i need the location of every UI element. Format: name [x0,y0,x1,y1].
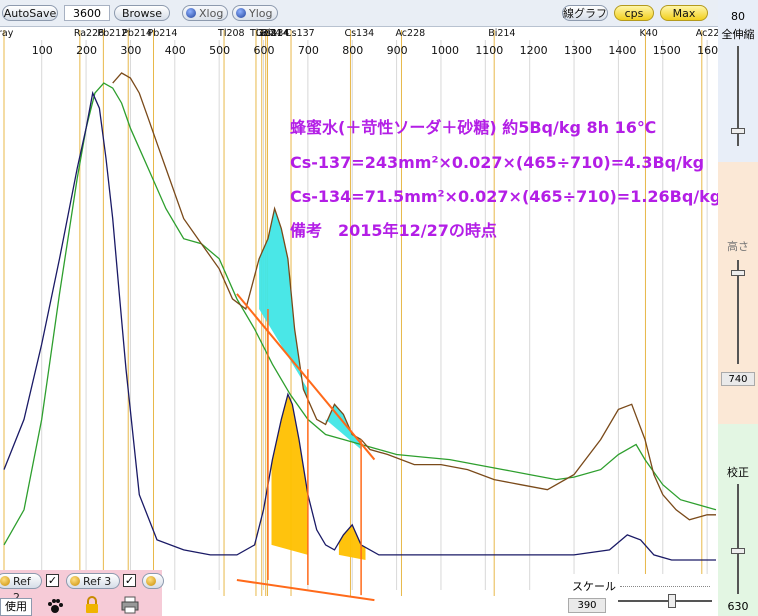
ref2-button[interactable]: Ref 2 [0,573,42,604]
scale-thumb[interactable] [668,594,676,608]
x-tick-label: 1000 [431,44,459,57]
ref3-button[interactable]: Ref 3 [66,573,120,589]
height-thumb[interactable] [731,270,745,276]
radio-icon [0,576,10,586]
height-slider-panel: 高さ 740 [718,162,758,424]
toolbar: AutoSave 3600 Browse Xlog Ylog 線グラフ cps … [0,0,718,27]
annotation-line2: Cs-137=243mm²×0.027×(465÷710)=4.3Bq/kg [290,153,704,172]
nuclide-label: Cs134 [344,28,374,39]
x-tick-label: 700 [298,44,319,57]
xlog-label: Xlog [199,7,224,20]
expand-slider-panel: 80 全伸縮 [718,0,758,162]
calibration-label: 校正 [727,466,749,479]
annotation-line4: 備考 2015年12/27の時点 [290,221,497,240]
lower-baseline [236,579,375,602]
calibration-slider-panel: 校正 630 [718,424,758,616]
scale-label: スケール [572,580,616,593]
ref3-checkbox[interactable]: ✓ [123,574,136,587]
x-tick-label: 1100 [475,44,503,57]
ref2-checkbox[interactable]: ✓ [46,574,59,587]
calibration-value: 630 [727,600,749,613]
scale-value: 390 [568,598,606,613]
x-tick-label: 1500 [653,44,681,57]
reference-panel: Ref 2 ✓ Ref 3 ✓ 使用 [0,570,164,616]
lock-icon[interactable] [84,596,100,614]
line-graph-button[interactable]: 線グラフ [562,5,608,21]
expand-thumb[interactable] [731,128,745,134]
x-tick-labels: 100 200 300 400 500 600 700 800 900 1000 1100 1200 1… [32,44,718,57]
browse-button[interactable]: Browse [114,5,170,21]
x-tick-label: 1200 [520,44,548,57]
nuclide-label: K40 [639,28,657,39]
radio-icon [186,8,196,18]
height-label: 高さ [727,240,749,253]
radio-icon [146,576,156,586]
ref3-label: Ref 3 [83,575,112,588]
annotations: 蜂蜜水(＋苛性ソーダ＋砂糖) 約5Bq/kg 8h 16℃ Cs-137=243… [290,118,718,240]
spectrum-chart: 100 200 300 400 500 600 700 800 900 1000 1100 1200 1… [0,28,718,602]
printer-icon[interactable] [121,596,139,614]
series-line-2 [112,72,716,521]
ref4-button[interactable] [142,573,164,589]
x-tick-label: 100 [32,44,53,57]
radio-icon [236,8,246,18]
nuclide-label: Cs137 [285,28,315,39]
nuclide-label: ray [0,28,14,39]
annotation-line1: 蜂蜜水(＋苛性ソーダ＋砂糖) 約5Bq/kg 8h 16℃ [290,118,656,137]
xlog-toggle[interactable]: Xlog [182,5,228,21]
x-tick-label: 400 [165,44,186,57]
paw-icon[interactable] [46,597,64,615]
time-field[interactable]: 3600 [64,5,110,21]
series-lines [3,72,717,561]
calibration-thumb[interactable] [731,548,745,554]
ylog-toggle[interactable]: Ylog [232,5,278,21]
autosave-button[interactable]: AutoSave [2,5,58,21]
scale-ticks [620,586,710,588]
radio-icon [70,576,80,586]
x-tick-label: 600 [254,44,275,57]
x-tick-label: 1600 [697,44,718,57]
annotation-line3: Cs-134=71.5mm²×0.027×(465÷710)=1.26Bq/kg [290,187,718,206]
x-tick-label: 900 [387,44,408,57]
cs137-lower-fill [271,396,308,555]
x-tick-label: 200 [76,44,97,57]
x-tick-label: 800 [342,44,363,57]
scale-track [618,600,712,602]
upper-baseline [236,293,376,461]
cps-button[interactable]: cps [614,5,654,21]
scale-control: スケール 390 [560,574,718,616]
nuclide-label: Pb214 [147,28,177,39]
height-value: 740 [721,372,755,386]
x-tick-label: 1300 [564,44,592,57]
nuclide-labels: rayRa226Pb212Pb214Pb214Ge74Tl208Tl208Bi2… [0,28,718,39]
calibration-track [737,484,739,594]
nuclide-label: Ac228 [696,28,718,39]
top-value: 80 [731,10,745,23]
use-button[interactable]: 使用 [0,598,32,616]
x-tick-label: 300 [120,44,141,57]
x-tick-label: 1400 [608,44,636,57]
nuclide-lines [3,30,703,596]
nuclide-label: Tl208 [217,28,245,39]
ylog-label: Ylog [249,7,273,20]
x-tick-label: 500 [209,44,230,57]
max-button[interactable]: Max [660,5,708,21]
nuclide-label: Ac228 [395,28,425,39]
expand-label: 全伸縮 [721,28,755,41]
nuclide-label: Bi214 [488,28,515,39]
